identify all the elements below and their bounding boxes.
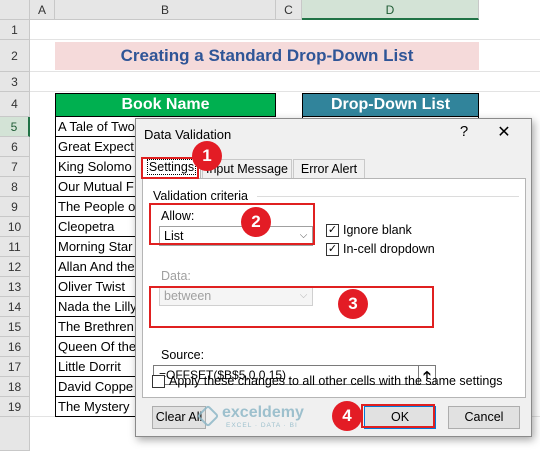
gridline (30, 39, 540, 40)
group-divider (257, 196, 519, 197)
watermark-tagline: EXCEL · DATA · BI (226, 422, 298, 429)
apply-all-label: Apply these changes to all other cells w… (169, 374, 503, 388)
row-header-12[interactable]: 12 (0, 257, 30, 277)
column-header-c[interactable]: C (276, 0, 302, 20)
step-badge-3: 3 (338, 289, 368, 319)
row-header-18[interactable]: 18 (0, 377, 30, 397)
row-header-5[interactable]: 5 (0, 117, 30, 137)
highlight-allow (149, 203, 315, 245)
highlight-source (149, 286, 434, 328)
cancel-button[interactable]: Cancel (448, 406, 520, 429)
row-header-8[interactable]: 8 (0, 177, 30, 197)
row-header-4[interactable]: 4 (0, 92, 30, 117)
column-header-a[interactable]: A (30, 0, 55, 20)
row-header-20[interactable] (0, 417, 30, 451)
sheet-title[interactable]: Creating a Standard Drop-Down List (55, 42, 479, 70)
watermark-brand: exceldemy (222, 404, 304, 421)
column-header-d[interactable]: D (302, 0, 479, 20)
ignore-blank-checkbox[interactable]: ✓ (326, 224, 339, 237)
row-header-16[interactable]: 16 (0, 337, 30, 357)
row-header-14[interactable]: 14 (0, 297, 30, 317)
select-all-corner[interactable] (0, 0, 30, 20)
row-header-19[interactable]: 19 (0, 397, 30, 417)
row-header-13[interactable]: 13 (0, 277, 30, 297)
row-header-3[interactable]: 3 (0, 72, 30, 92)
row-header-6[interactable]: 6 (0, 137, 30, 157)
close-icon[interactable]: ✕ (494, 122, 514, 142)
validation-criteria-label: Validation criteria (153, 189, 248, 203)
row-header-17[interactable]: 17 (0, 357, 30, 377)
row-header-7[interactable]: 7 (0, 157, 30, 177)
data-label: Data: (161, 269, 191, 283)
row-header-11[interactable]: 11 (0, 237, 30, 257)
apply-all-checkbox[interactable] (152, 375, 165, 388)
book-name-header[interactable]: Book Name (55, 93, 276, 117)
in-cell-dropdown-checkbox[interactable]: ✓ (326, 243, 339, 256)
dialog-title: Data Validation (144, 127, 232, 142)
column-header-b[interactable]: B (55, 0, 276, 20)
in-cell-dropdown-label: In-cell dropdown (343, 242, 435, 256)
help-icon[interactable]: ? (454, 123, 474, 140)
row-header-15[interactable]: 15 (0, 317, 30, 337)
step-badge-2: 2 (241, 207, 271, 237)
highlight-settings-tab (141, 157, 199, 179)
drop-down-list-header[interactable]: Drop-Down List (302, 93, 479, 117)
row-header-10[interactable]: 10 (0, 217, 30, 237)
source-label: Source: (161, 348, 205, 362)
step-badge-4: 4 (332, 401, 362, 431)
step-badge-1: 1 (192, 141, 222, 171)
gridline (30, 91, 540, 92)
row-header-1[interactable]: 1 (0, 20, 30, 40)
highlight-ok (361, 404, 435, 428)
gridline (30, 71, 540, 72)
tab-error-alert[interactable]: Error Alert (293, 159, 365, 178)
row-header-2[interactable]: 2 (0, 40, 30, 72)
ignore-blank-label: Ignore blank (343, 223, 412, 237)
row-header-9[interactable]: 9 (0, 197, 30, 217)
